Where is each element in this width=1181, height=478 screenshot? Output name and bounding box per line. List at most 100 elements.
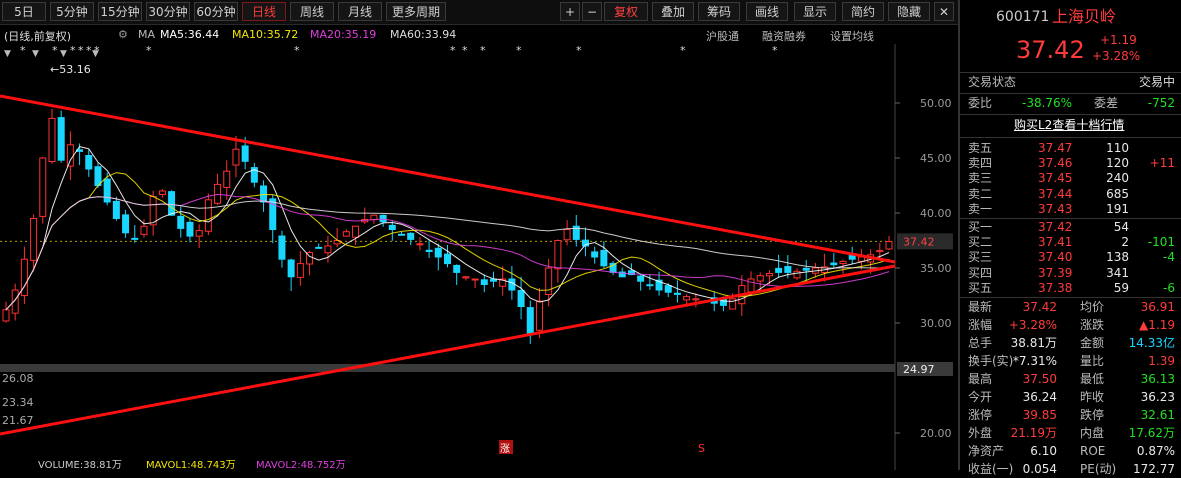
- hide-button[interactable]: 隐藏: [888, 2, 930, 21]
- event-star-icon: *: [480, 44, 486, 57]
- event-star-icon: *: [78, 44, 84, 57]
- draw-line-button[interactable]: 画线: [746, 2, 788, 21]
- stat-value: 36.91: [1140, 300, 1175, 314]
- candle-body: [646, 284, 654, 287]
- s-marker: S: [698, 442, 705, 455]
- overlay-button[interactable]: 叠加: [652, 2, 694, 21]
- stat-row: 净资产 6.10 ROE 0.87%: [968, 442, 1175, 460]
- sell-row[interactable]: 卖三 37.45 240: [968, 171, 1175, 186]
- weicha-label: 委差: [1094, 96, 1119, 110]
- kline-chart[interactable]: 50.00 45.00 40.00 35.00 30.00 20.00 37.42 24.97…: [0, 44, 958, 470]
- candle-body: [784, 266, 792, 273]
- buy-row[interactable]: 买二 37.41 2 -101: [968, 235, 1175, 250]
- weibi-row: 委比 -38.76% 委差 -752: [968, 94, 1175, 113]
- adjust-rights-button[interactable]: 复权: [604, 2, 648, 21]
- chips-button[interactable]: 筹码: [698, 2, 740, 21]
- sell-label: 卖三: [968, 171, 993, 186]
- buy-row[interactable]: 买三 37.40 138 -4: [968, 250, 1175, 265]
- candle-body: [425, 249, 433, 252]
- display-button[interactable]: 显示: [794, 2, 836, 21]
- period-60min-button[interactable]: 60分钟: [194, 2, 238, 21]
- quote-panel: 600171 上海贝岭 37.42 +1.19 +3.28% 交易状态 交易中 …: [958, 0, 1181, 476]
- margin-link[interactable]: 融资融券: [762, 28, 806, 44]
- buy-volume: 2: [1121, 235, 1129, 250]
- sell-volume: 685: [1106, 186, 1129, 201]
- sell-label: 卖一: [968, 201, 993, 216]
- candle-body: [158, 190, 166, 195]
- period-more-button[interactable]: 更多周期: [386, 2, 446, 21]
- event-star-icon: *: [680, 44, 686, 57]
- candle-body: [177, 215, 185, 229]
- buy-volume: 59: [1113, 280, 1129, 295]
- sell-volume: 110: [1106, 141, 1129, 155]
- candle-body: [462, 276, 470, 279]
- trade-status-label: 交易状态: [968, 75, 1017, 89]
- stat-value: 6.10: [1030, 444, 1057, 458]
- candle-body: [260, 185, 268, 203]
- stat-label: 收益(一): [968, 462, 1014, 476]
- period-5day-button[interactable]: 5日: [2, 2, 46, 21]
- candle-body: [287, 259, 295, 278]
- candle-body: [122, 214, 130, 234]
- sell-row[interactable]: 卖五 37.47 110: [968, 141, 1175, 156]
- stat-value: ▲1.19: [1139, 318, 1175, 332]
- candle-body: [149, 196, 157, 226]
- candle-body: [517, 290, 525, 308]
- sell-label: 卖五: [968, 141, 993, 155]
- weibi-label: 委比: [968, 96, 993, 110]
- period-weekly-button[interactable]: 周线: [290, 2, 334, 21]
- buy-row[interactable]: 买一 37.42 54: [968, 220, 1175, 235]
- simple-mode-button[interactable]: 简约: [842, 2, 884, 21]
- period-monthly-button[interactable]: 月线: [338, 2, 382, 21]
- candle-body: [214, 183, 222, 204]
- sell-row[interactable]: 卖二 37.44 685: [968, 187, 1175, 202]
- settings-gear-icon[interactable]: ⚙: [118, 28, 128, 41]
- hgt-link[interactable]: 沪股通: [706, 28, 739, 44]
- period-30min-button[interactable]: 30分钟: [146, 2, 190, 21]
- stat-label: 净资产: [968, 444, 1005, 458]
- stat-value: 172.77: [1133, 462, 1175, 476]
- left-price-label: 21.67: [2, 414, 34, 427]
- candle-body: [747, 278, 755, 293]
- event-arrow-icon: ▼: [60, 49, 67, 59]
- buy-row[interactable]: 买四 37.39 341: [968, 266, 1175, 281]
- candle-body: [204, 199, 212, 232]
- event-star-icon: *: [516, 44, 522, 57]
- candlestick-series: [2, 108, 893, 345]
- stat-label: 外盘: [968, 426, 993, 440]
- stat-value: +3.28%: [1008, 318, 1057, 332]
- zoom-out-button[interactable]: −: [582, 2, 602, 21]
- set-ma-link[interactable]: 设置均线: [830, 28, 874, 44]
- candle-body: [444, 253, 451, 265]
- candle-body: [352, 225, 360, 238]
- candle-body: [802, 267, 810, 271]
- candle-body: [342, 231, 350, 237]
- support-label: 24.97: [903, 363, 935, 376]
- candle-body: [39, 157, 47, 217]
- close-icon[interactable]: ✕: [934, 2, 954, 21]
- l2-upgrade-link[interactable]: 购买L2查看十档行情: [1014, 116, 1124, 135]
- stat-label: 金额: [1080, 336, 1105, 350]
- candle-body: [416, 243, 424, 246]
- candle-body: [591, 251, 599, 258]
- stock-name: 上海贝岭: [1052, 7, 1117, 26]
- candle-body: [57, 117, 65, 161]
- event-star-icon: *: [146, 44, 152, 57]
- period-15min-button[interactable]: 15分钟: [98, 2, 142, 21]
- axis-tick-label: 45.00: [920, 152, 952, 165]
- stock-code: 600171: [996, 9, 1050, 25]
- high-marker: ←53.16: [50, 63, 91, 76]
- price-change-pct: +3.28%: [1092, 49, 1141, 63]
- event-star-icon: *: [576, 44, 582, 57]
- buy-delta: -6: [1163, 280, 1175, 295]
- price-block: 37.42 +1.19 +3.28%: [968, 33, 1175, 70]
- zoom-in-button[interactable]: +: [560, 2, 580, 21]
- period-daily-button[interactable]: 日线: [242, 2, 286, 21]
- buy-row[interactable]: 买五 37.38 59 -6: [968, 281, 1175, 296]
- candle-body: [563, 229, 571, 241]
- period-5min-button[interactable]: 5分钟: [50, 2, 94, 21]
- stat-value: 14.33亿: [1128, 336, 1175, 350]
- candle-body: [775, 267, 783, 273]
- sell-row[interactable]: 卖一 37.43 191: [968, 202, 1175, 217]
- sell-row[interactable]: 卖四 37.46 120 +11: [968, 156, 1175, 171]
